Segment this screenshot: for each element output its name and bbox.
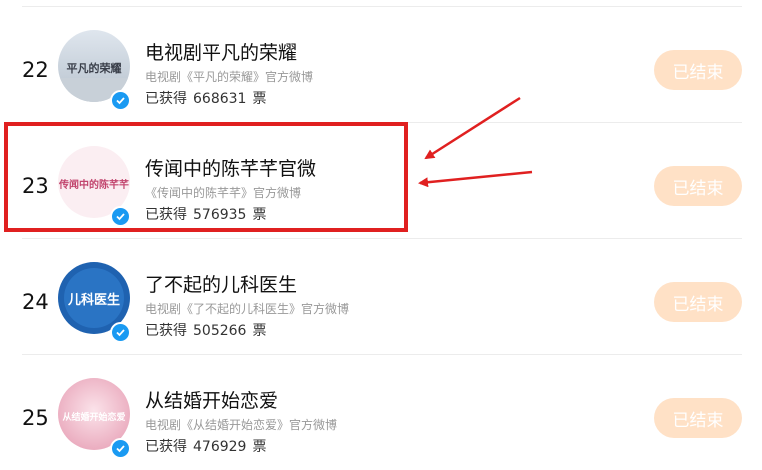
arrow-lower — [418, 170, 533, 188]
arrow-annotations — [418, 96, 533, 188]
arrow-upper — [424, 96, 521, 160]
